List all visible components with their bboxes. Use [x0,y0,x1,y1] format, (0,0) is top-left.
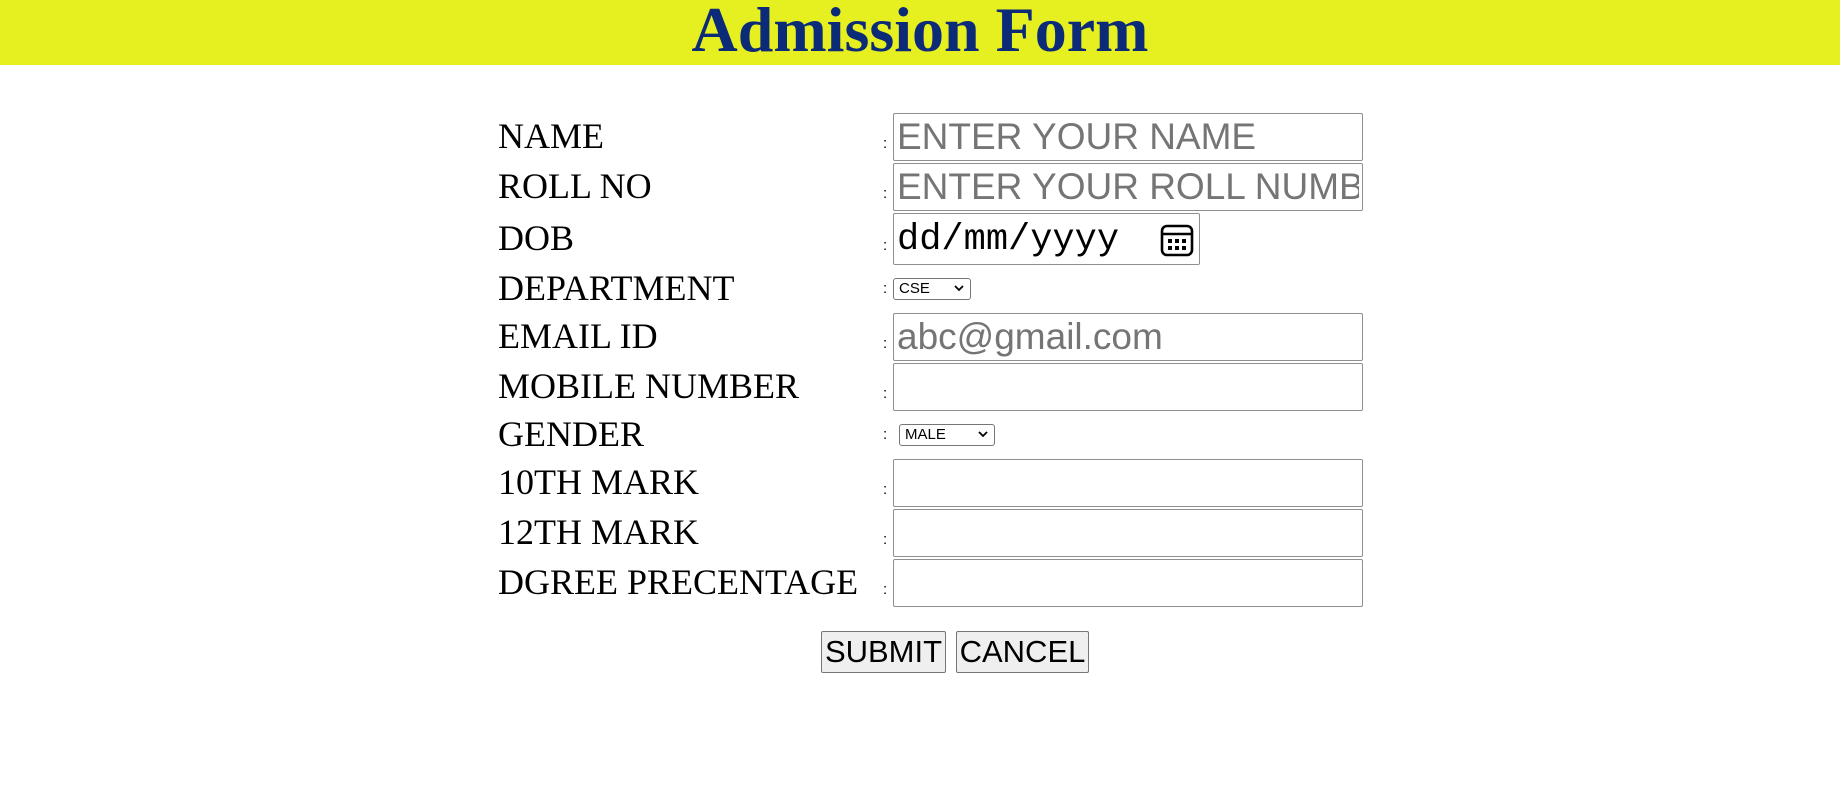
mobile-input[interactable] [893,363,1363,411]
roll-no-label: ROLL NO [498,166,652,206]
page-title: Admission Form [691,0,1149,65]
mark10-colon: : [883,481,888,498]
mark12-colon: : [883,531,888,548]
dob-value: dd/mm/yyyy [897,219,1120,261]
name-label: NAME [498,116,604,156]
email-label: EMAIL ID [498,316,658,356]
department-colon: : [883,280,888,297]
dob-label: DOB [498,218,575,258]
roll-no-input[interactable] [893,163,1363,211]
name-colon: : [883,135,888,152]
dob-date-input[interactable]: dd/mm/yyyy [893,213,1200,265]
mark10-label: 10TH MARK [498,462,700,502]
email-colon: : [883,335,888,352]
mobile-label: MOBILE NUMBER [498,366,800,406]
name-input[interactable] [893,113,1363,161]
degree-input[interactable] [893,559,1363,607]
degree-label: DGREE PRECENTAGE [498,562,859,602]
department-select[interactable]: CSE [893,278,971,300]
degree-colon: : [883,581,888,598]
calendar-icon[interactable] [1159,222,1195,258]
department-selected: CSE [899,280,930,297]
gender-label: GENDER [498,414,644,454]
mark10-input[interactable] [893,459,1363,507]
email-input[interactable] [893,313,1363,361]
chevron-down-icon [978,431,988,438]
dob-colon: : [883,237,888,254]
header-banner: Admission Form [0,0,1840,65]
mobile-colon: : [883,385,888,402]
gender-select[interactable]: MALE [899,424,995,446]
submit-button[interactable]: SUBMIT [821,631,946,673]
gender-colon: : [883,426,888,443]
mark12-label: 12TH MARK [498,512,700,552]
department-label: DEPARTMENT [498,268,735,308]
gender-selected: MALE [905,426,946,443]
mark12-input[interactable] [893,509,1363,557]
cancel-button[interactable]: CANCEL [956,631,1089,673]
chevron-down-icon [954,285,964,292]
roll-no-colon: : [883,185,888,202]
